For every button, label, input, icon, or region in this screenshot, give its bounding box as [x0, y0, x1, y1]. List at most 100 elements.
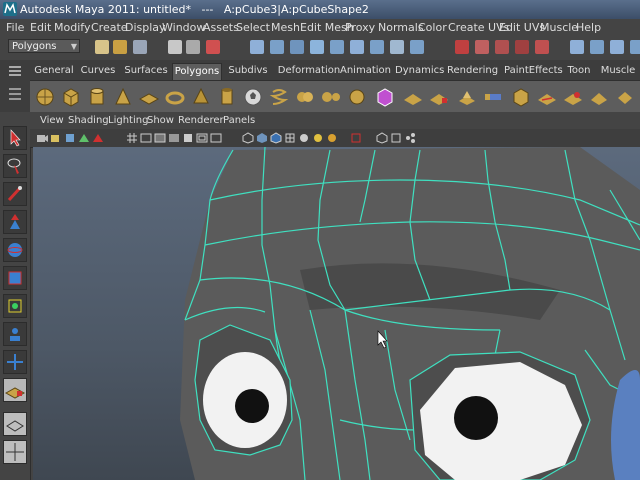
select-by-hierarchy-icon[interactable] — [168, 40, 182, 54]
poly-soccer-ball-icon[interactable] — [242, 86, 264, 108]
tab-dynamics[interactable]: Dynamics — [395, 63, 444, 79]
single-pane-layout-button[interactable] — [3, 412, 27, 436]
tab-toon[interactable]: Toon — [567, 63, 591, 79]
snap-point-icon[interactable] — [370, 40, 384, 54]
save-scene-icon[interactable] — [133, 40, 147, 54]
poly-torus-icon[interactable] — [164, 86, 186, 108]
tab-curves[interactable]: Curves — [80, 63, 116, 79]
film-gate-icon[interactable] — [140, 132, 152, 144]
mirror-geometry-icon[interactable] — [402, 86, 424, 108]
poly-helix-icon[interactable] — [268, 86, 290, 108]
xray-joints-icon[interactable] — [390, 132, 402, 144]
layer-editor-icon[interactable] — [630, 40, 640, 54]
menu-muscle[interactable]: Muscle — [540, 21, 578, 34]
wireframe-on-shaded-icon[interactable] — [270, 132, 282, 144]
history-icon[interactable] — [455, 40, 469, 54]
shelf-options-icon[interactable] — [9, 88, 21, 102]
tab-muscle[interactable]: Muscle — [600, 63, 636, 79]
combine-icon[interactable] — [294, 86, 316, 108]
tab-rendering[interactable]: Rendering — [447, 63, 498, 79]
select-by-object-icon[interactable] — [186, 40, 200, 54]
lasso-tool-button[interactable] — [3, 154, 27, 178]
menu-set-selector[interactable]: Polygons ▼ — [8, 39, 80, 53]
panel-menu-shading[interactable]: Shading — [68, 115, 109, 126]
tool-settings-icon[interactable] — [590, 40, 604, 54]
panel-menu-panels[interactable]: Panels — [223, 115, 255, 126]
manipulator-tool-button[interactable] — [3, 294, 27, 318]
bridge-icon[interactable] — [482, 86, 504, 108]
menu-color[interactable]: Color — [418, 21, 447, 34]
append-polygon-icon[interactable] — [510, 86, 532, 108]
menu-proxy[interactable]: Proxy — [345, 21, 375, 34]
channel-box-icon[interactable] — [610, 40, 624, 54]
poly-cone-icon[interactable] — [112, 86, 134, 108]
image-plane-icon[interactable] — [78, 132, 90, 144]
bool-cube-icon[interactable] — [374, 86, 396, 108]
extrude-icon[interactable] — [456, 86, 478, 108]
gate-mask-icon[interactable] — [168, 132, 180, 144]
poly-plane-icon[interactable] — [138, 86, 160, 108]
ipr-render-icon[interactable] — [495, 40, 509, 54]
poly-sphere-icon[interactable] — [34, 86, 56, 108]
isolate-select-icon[interactable] — [350, 132, 362, 144]
menu-display[interactable]: Display — [125, 21, 166, 34]
menu-assets[interactable]: Assets — [203, 21, 239, 34]
snap-grid-icon[interactable] — [330, 40, 344, 54]
attribute-editor-icon[interactable] — [570, 40, 584, 54]
select-by-component-icon[interactable] — [206, 40, 220, 54]
merge-icon[interactable] — [614, 86, 636, 108]
open-scene-icon[interactable] — [113, 40, 127, 54]
grid-icon[interactable] — [126, 132, 138, 144]
panel-menu-view[interactable]: View — [40, 115, 64, 126]
use-all-lights-icon[interactable] — [298, 132, 310, 144]
field-chart-icon[interactable] — [182, 132, 194, 144]
wireframe-shading-icon[interactable] — [242, 132, 254, 144]
high-quality-icon[interactable] — [326, 132, 338, 144]
edge-mask-icon[interactable] — [270, 40, 284, 54]
menu-help[interactable]: Help — [576, 21, 601, 34]
poly-cube-icon[interactable] — [60, 86, 82, 108]
backface-culling-icon[interactable] — [404, 132, 416, 144]
select-camera-icon[interactable] — [36, 132, 48, 144]
snap-plane-icon[interactable] — [390, 40, 404, 54]
select-tool-button[interactable] — [3, 126, 27, 150]
last-tool-button[interactable] — [3, 378, 27, 402]
new-scene-icon[interactable] — [95, 40, 109, 54]
menu-edit[interactable]: Edit — [30, 21, 51, 34]
soft-mod-tool-button[interactable] — [3, 322, 27, 346]
tab-general[interactable]: General — [34, 63, 74, 79]
face-mask-icon[interactable] — [290, 40, 304, 54]
uv-mask-icon[interactable] — [310, 40, 324, 54]
tab-surfaces[interactable]: Surfaces — [124, 63, 168, 79]
panel-menu-lighting[interactable]: Lighting — [108, 115, 148, 126]
split-polygon-icon[interactable] — [536, 86, 558, 108]
tab-animation[interactable]: Animation — [340, 63, 391, 79]
two-d-pan-zoom-icon[interactable] — [92, 132, 104, 144]
smooth-shade-all-icon[interactable] — [256, 132, 268, 144]
render-frame-icon[interactable] — [475, 40, 489, 54]
menu-edit-uvs[interactable]: Edit UVs — [499, 21, 545, 34]
textured-icon[interactable] — [284, 132, 296, 144]
shadows-icon[interactable] — [312, 132, 324, 144]
live-surface-icon[interactable] — [410, 40, 424, 54]
hypershade-icon[interactable] — [535, 40, 549, 54]
rotate-tool-button[interactable] — [3, 238, 27, 262]
bookmark-icon[interactable] — [64, 132, 76, 144]
extract-icon[interactable] — [428, 86, 450, 108]
smooth-icon[interactable] — [346, 86, 368, 108]
tab-painteffects[interactable]: PaintEffects — [504, 63, 563, 79]
render-settings-icon[interactable] — [515, 40, 529, 54]
safe-action-icon[interactable] — [196, 132, 208, 144]
insert-edge-loop-icon[interactable] — [562, 86, 584, 108]
panel-menu-renderer[interactable]: Renderer — [178, 115, 224, 126]
menu-modify[interactable]: Modify — [54, 21, 90, 34]
scale-tool-button[interactable] — [3, 266, 27, 290]
offset-edge-loop-icon[interactable] — [588, 86, 610, 108]
separate-icon[interactable] — [320, 86, 342, 108]
poly-pipe-icon[interactable] — [216, 86, 238, 108]
four-pane-layout-button[interactable] — [3, 440, 27, 464]
paint-select-tool-button[interactable] — [3, 182, 27, 206]
vertex-mask-icon[interactable] — [250, 40, 264, 54]
tab-deformation[interactable]: Deformation — [277, 63, 341, 79]
camera-attributes-icon[interactable] — [50, 132, 62, 144]
